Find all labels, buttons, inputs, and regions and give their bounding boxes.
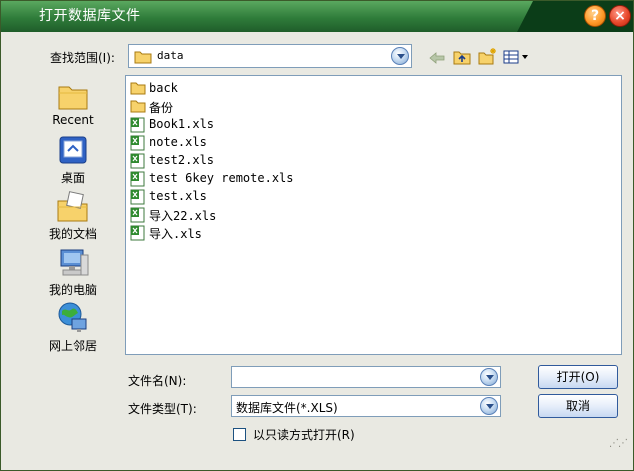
excel-file-icon bbox=[130, 117, 145, 133]
excel-file-icon bbox=[130, 153, 145, 169]
file-type-value: 数据库文件(*.XLS) bbox=[236, 401, 338, 415]
file-name: note.xls bbox=[149, 135, 207, 149]
close-button[interactable]: × bbox=[609, 5, 631, 27]
read-only-label[interactable]: 以只读方式打开(R) bbox=[253, 426, 355, 443]
look-in-combo[interactable]: data bbox=[128, 44, 412, 68]
file-type-combo[interactable]: 数据库文件(*.XLS) bbox=[231, 395, 501, 417]
file-name: 导入22.xls bbox=[149, 209, 217, 223]
places-my-computer[interactable]: 我的电脑 bbox=[39, 247, 107, 298]
file-name: Book1.xls bbox=[149, 117, 215, 131]
desktop-icon bbox=[59, 136, 87, 164]
file-name: 导入.xls bbox=[149, 227, 202, 241]
cancel-button[interactable]: 取消 bbox=[538, 394, 618, 418]
recent-folder-icon bbox=[58, 86, 88, 110]
places-network[interactable]: 网上邻居 bbox=[39, 301, 107, 354]
resize-grip-icon[interactable]: ⋰⋰ bbox=[609, 438, 628, 449]
file-type-dropdown-button[interactable] bbox=[480, 397, 498, 415]
look-in-value: data bbox=[157, 49, 184, 62]
places-desktop[interactable]: 桌面 bbox=[39, 135, 107, 186]
file-name-dropdown-button[interactable] bbox=[480, 368, 498, 386]
title-bar[interactable]: 打开数据库文件 ? × bbox=[1, 1, 633, 32]
file-name: back bbox=[149, 81, 178, 95]
excel-file-icon bbox=[130, 207, 145, 223]
excel-file-icon bbox=[130, 189, 145, 205]
excel-file-icon bbox=[130, 225, 145, 241]
file-type-label: 文件类型(T): bbox=[128, 402, 197, 416]
look-in-dropdown-button[interactable] bbox=[391, 47, 409, 65]
file-name: test.xls bbox=[149, 189, 207, 203]
places-recent-label: Recent bbox=[52, 113, 94, 127]
open-database-dialog: 打开数据库文件 ? × 查找范围(I): data Recent 桌面 我的文档… bbox=[0, 0, 634, 471]
folder-icon bbox=[134, 51, 152, 64]
folder-icon bbox=[130, 82, 146, 95]
help-icon: ? bbox=[590, 8, 600, 24]
file-list[interactable]: back 备份 Book1.xls note.xls test2.xls tes… bbox=[125, 75, 622, 355]
file-name: test2.xls bbox=[149, 153, 215, 167]
places-my-documents[interactable]: 我的文档 bbox=[39, 191, 107, 242]
view-menu-icon[interactable] bbox=[503, 49, 531, 65]
network-icon bbox=[58, 302, 87, 332]
close-icon: × bbox=[614, 8, 626, 24]
read-only-checkbox[interactable] bbox=[233, 428, 246, 441]
excel-file-icon bbox=[130, 135, 145, 151]
places-recent[interactable]: Recent bbox=[39, 81, 107, 127]
back-arrow-icon[interactable] bbox=[429, 51, 445, 65]
my-documents-icon bbox=[57, 191, 88, 222]
excel-file-icon bbox=[130, 171, 145, 187]
open-button[interactable]: 打开(O) bbox=[538, 365, 618, 389]
places-network-label: 网上邻居 bbox=[48, 339, 97, 353]
file-name: 备份 bbox=[149, 101, 174, 115]
places-desktop-label: 桌面 bbox=[60, 171, 85, 185]
places-my-computer-label: 我的电脑 bbox=[48, 283, 97, 297]
folder-icon bbox=[130, 100, 146, 113]
file-name-combo[interactable] bbox=[231, 366, 501, 388]
places-my-documents-label: 我的文档 bbox=[48, 227, 97, 241]
up-folder-icon[interactable] bbox=[453, 49, 471, 65]
help-button[interactable]: ? bbox=[584, 5, 606, 27]
window-title: 打开数据库文件 bbox=[39, 8, 141, 24]
my-computer-icon bbox=[60, 249, 89, 276]
file-name-label: 文件名(N): bbox=[128, 374, 187, 388]
new-folder-icon[interactable] bbox=[478, 47, 498, 65]
look-in-label: 查找范围(I): bbox=[50, 51, 115, 65]
file-name: test 6key remote.xls bbox=[149, 171, 294, 185]
